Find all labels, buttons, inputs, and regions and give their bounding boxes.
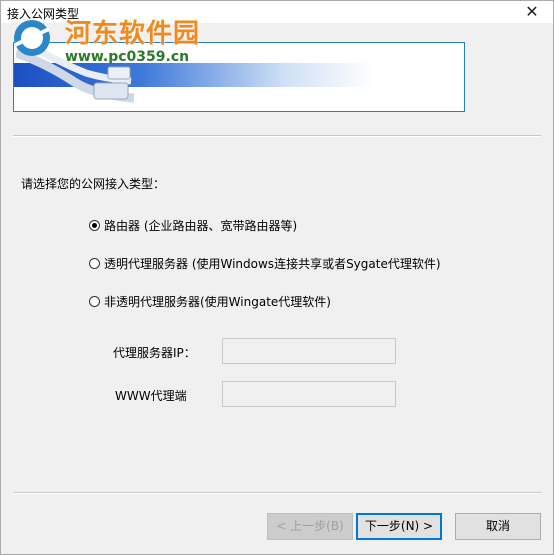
radio-button[interactable] (89, 258, 100, 269)
prompt-label: 请选择您的公网接入类型： (21, 177, 166, 191)
www-port-input[interactable] (222, 381, 396, 407)
close-icon[interactable]: ✕ (519, 1, 545, 23)
dialog-window: 接入公网类型 ✕ 河东软件园 www.pc0359.cn 请选择您的公网接入类型… (0, 0, 554, 555)
next-button[interactable]: 下一步(N) > (356, 513, 442, 540)
watermark-url: www.pc0359.cn (65, 49, 190, 65)
proxy-ip-input[interactable] (222, 338, 396, 364)
proxy-ip-label: 代理服务器IP： (113, 346, 196, 360)
www-port-label: WWW代理端 (115, 389, 187, 403)
radio-router-label: 路由器 (企业路由器、宽带路由器等) (104, 219, 298, 233)
radio-button[interactable] (89, 296, 100, 307)
radio-button-checked[interactable] (89, 220, 100, 231)
footer-divider (13, 492, 541, 494)
radio-nontransparent-proxy-label: 非透明代理服务器(使用Wingate代理软件) (104, 295, 331, 309)
cancel-button[interactable]: 取消 (455, 513, 541, 540)
watermark-logo-icon (14, 20, 50, 56)
radio-transparent-proxy-label: 透明代理服务器 (使用Windows连接共享或者Sygate代理软件) (104, 257, 441, 271)
back-button[interactable]: < 上一步(B) (267, 513, 353, 540)
radio-router[interactable]: 路由器 (企业路由器、宽带路由器等) (89, 217, 297, 234)
header-divider (13, 135, 541, 137)
radio-transparent-proxy[interactable]: 透明代理服务器 (使用Windows连接共享或者Sygate代理软件) (89, 255, 441, 272)
watermark-name: 河东软件园 (65, 19, 201, 49)
radio-nontransparent-proxy[interactable]: 非透明代理服务器(使用Wingate代理软件) (89, 293, 331, 310)
